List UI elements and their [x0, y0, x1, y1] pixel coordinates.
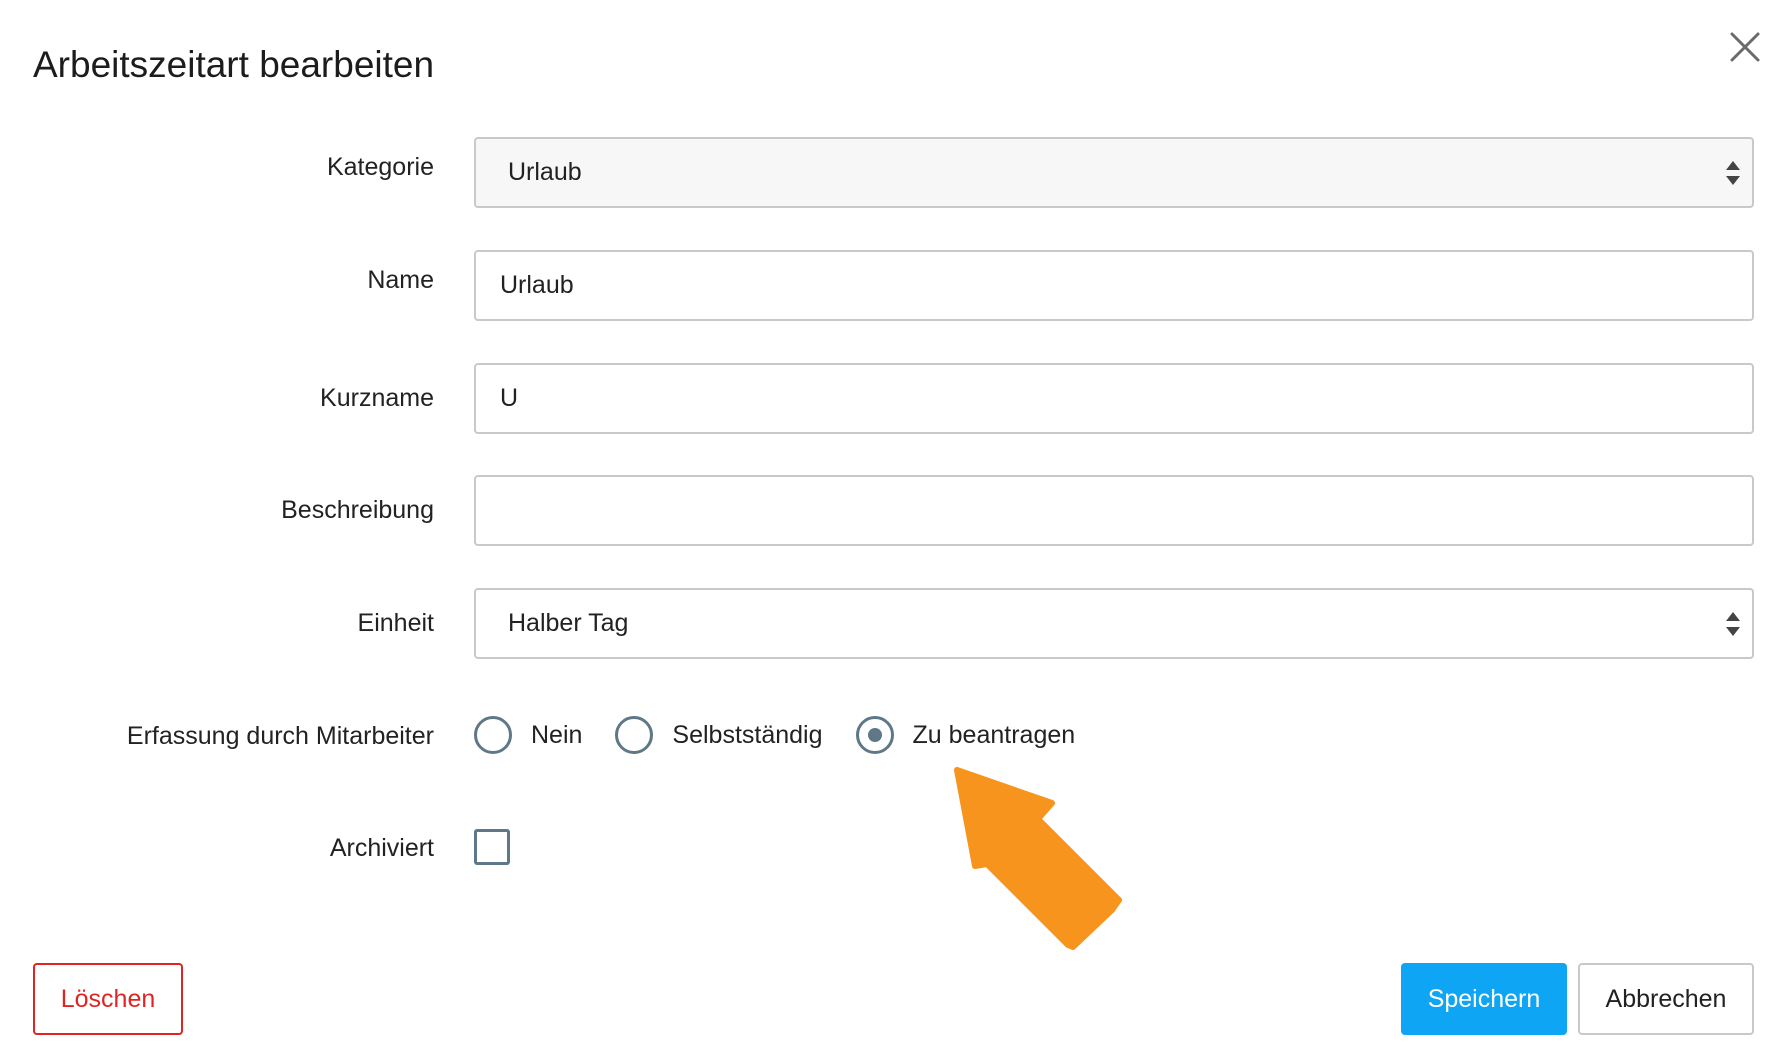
einheit-value: Halber Tag: [508, 609, 629, 637]
radio-label: Nein: [531, 720, 583, 749]
beschreibung-label: Beschreibung: [281, 496, 434, 524]
radio-option-zu-beantragen[interactable]: Zu beantragen: [855, 716, 1076, 754]
radio-option-nein[interactable]: Nein: [474, 716, 582, 754]
archiviert-checkbox[interactable]: [474, 829, 510, 865]
beschreibung-input[interactable]: [474, 475, 1754, 546]
select-arrows-icon: [1726, 160, 1740, 185]
select-arrows-icon: [1726, 611, 1740, 636]
orange-pointer-arrow-icon: [954, 767, 1122, 950]
kategorie-label: Kategorie: [326, 153, 434, 181]
radio-button[interactable]: [615, 716, 654, 754]
cancel-button[interactable]: Abbrechen: [1578, 963, 1754, 1035]
kurzname-input[interactable]: [474, 363, 1754, 434]
name-input[interactable]: [474, 250, 1754, 321]
radio-label: Zu beantragen: [912, 720, 1076, 749]
radio-label: Selbstständig: [672, 720, 823, 749]
archiviert-label: Archiviert: [329, 834, 434, 862]
radio-button[interactable]: [474, 716, 512, 754]
close-icon: [1730, 32, 1760, 62]
einheit-label: Einheit: [357, 609, 434, 637]
radio-button-selected[interactable]: [855, 716, 894, 754]
name-label: Name: [367, 266, 434, 294]
kategorie-value: Urlaub: [508, 158, 582, 186]
dialog-title: Arbeitszeitart bearbeiten: [33, 44, 435, 85]
close-button[interactable]: [1726, 28, 1764, 66]
edit-dialog: Arbeitszeitart bearbeiten Kategorie Urla…: [0, 0, 1782, 1062]
delete-button[interactable]: Löschen: [33, 963, 183, 1035]
kurzname-label: Kurzname: [320, 384, 434, 412]
einheit-select[interactable]: Halber Tag: [474, 588, 1754, 659]
erfassung-radio-group: Nein Selbstständig Zu beantragen: [474, 713, 1108, 757]
erfassung-label: Erfassung durch Mitarbeiter: [126, 722, 434, 750]
radio-option-selbststaendig[interactable]: Selbstständig: [615, 716, 823, 754]
save-button[interactable]: Speichern: [1401, 963, 1567, 1035]
kategorie-select[interactable]: Urlaub: [474, 137, 1754, 208]
